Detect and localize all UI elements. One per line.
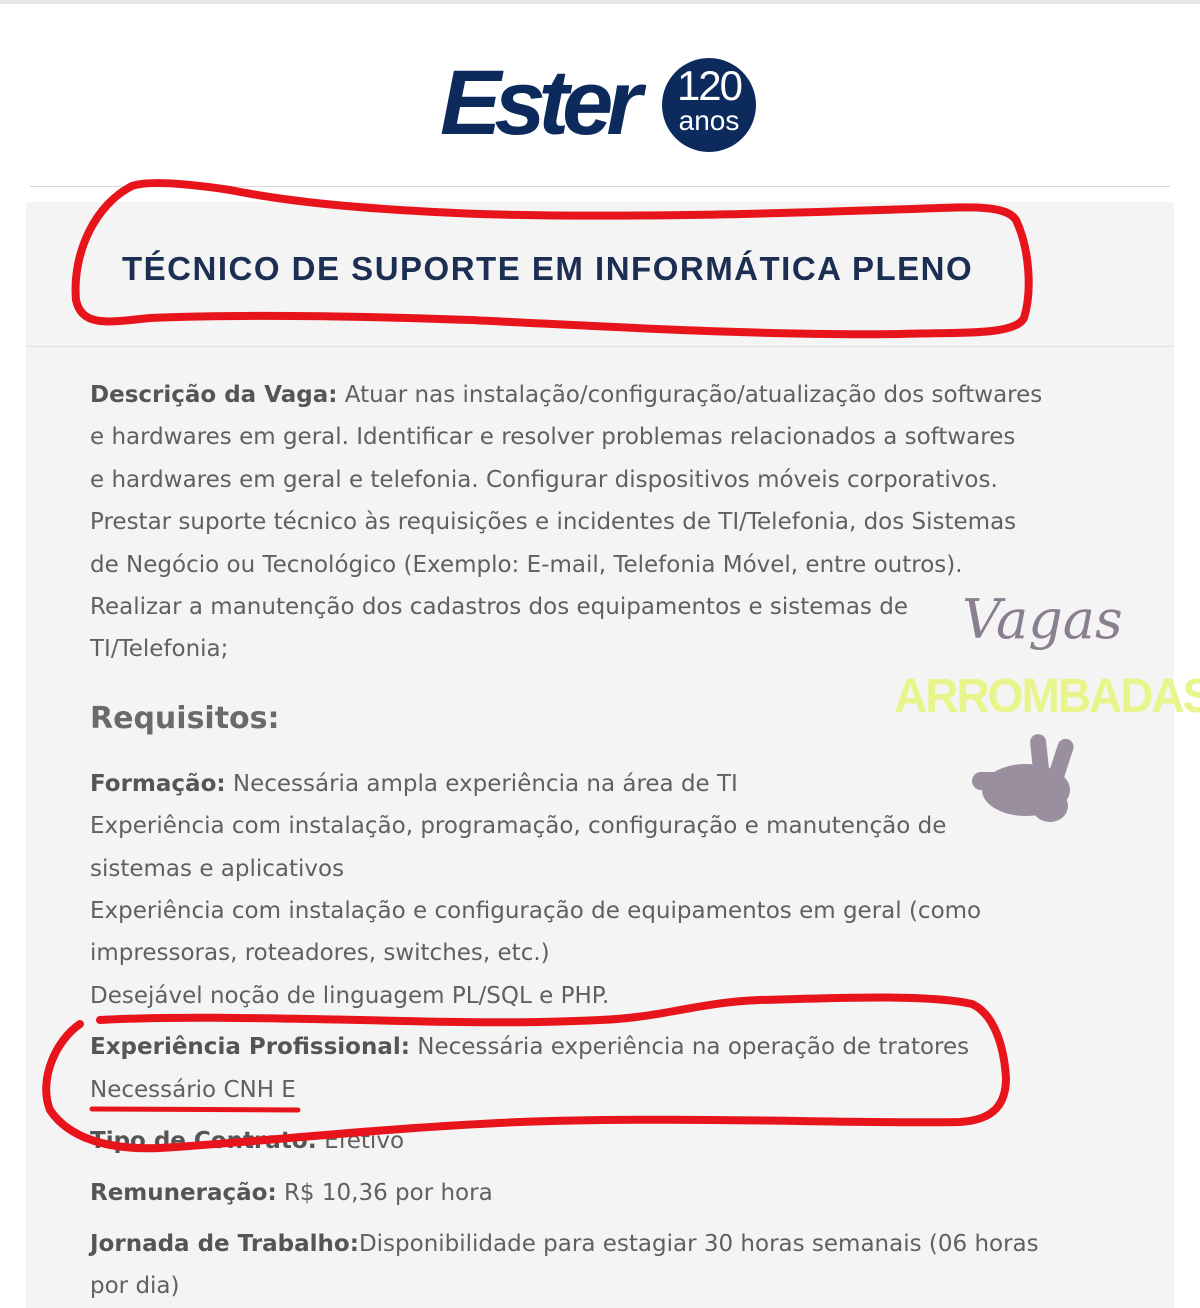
logo-badge-number: 120	[676, 62, 743, 109]
formacao-label: Formação:	[90, 770, 226, 797]
company-logo: Ester 120 anos	[440, 52, 770, 158]
experiencia-label: Experiência Profissional:	[90, 1034, 410, 1061]
description-line: e hardwares em geral e telefonia. Config…	[90, 466, 998, 493]
contrato-label: Tipo de Contrato:	[90, 1128, 317, 1155]
logo-anniversary-badge: 120 anos	[662, 58, 756, 152]
description-line: de Negócio ou Tecnológico (Exemplo: E-ma…	[90, 551, 963, 578]
jornada-line: por dia)	[90, 1273, 180, 1300]
formacao-line: Desejável noção de linguagem PL/SQL e PH…	[90, 982, 610, 1009]
formacao-line: Experiência com instalação e configuraçã…	[90, 898, 982, 925]
jornada-label: Jornada de Trabalho:	[90, 1230, 359, 1257]
remuneracao-value: R$ 10,36 por hora	[276, 1179, 493, 1206]
watermark: Vagas ARROMBADAS	[880, 582, 1200, 842]
description-text: Atuar nas instalação/configuração/atuali…	[337, 382, 1043, 408]
description-line: Prestar suporte técnico às requisições e…	[90, 509, 1017, 536]
peace-hand-icon	[972, 734, 1074, 822]
experiencia-line: Experiência Profissional: Necessária exp…	[90, 1026, 1080, 1068]
cnh-line: Necessário CNH E	[90, 1076, 296, 1103]
formacao-line: impressoras, roteadores, switches, etc.)	[90, 940, 550, 967]
jornada-line: Jornada de Trabalho:Disponibilidade para…	[90, 1223, 1080, 1265]
formacao-text: Necessária ampla experiência na área de …	[225, 770, 738, 797]
description-line: Descrição da Vaga: Atuar nas instalação/…	[90, 374, 1080, 416]
description-label: Descrição da Vaga:	[90, 382, 338, 408]
top-border	[0, 0, 1200, 4]
logo-wordmark: Ester	[440, 52, 642, 154]
header-divider	[30, 186, 1170, 187]
description-line: e hardwares em geral. Identificar e reso…	[90, 424, 1016, 451]
contrato-value: Efetivo	[316, 1128, 405, 1155]
formacao-line: sistemas e aplicativos	[90, 855, 345, 882]
jornada-text: Disponibilidade para estagiar 30 horas s…	[358, 1230, 1039, 1257]
remuneracao-line: Remuneração: R$ 10,36 por hora	[90, 1172, 1080, 1214]
watermark-bold-text: ARROMBADAS	[894, 667, 1200, 723]
contrato-line: Tipo de Contrato: Efetivo	[90, 1120, 1080, 1162]
logo-badge-text: anos	[678, 105, 740, 136]
remuneracao-label: Remuneração:	[90, 1179, 277, 1206]
job-title: TÉCNICO DE SUPORTE EM INFORMÁTICA PLENO	[122, 250, 974, 287]
title-band: TÉCNICO DE SUPORTE EM INFORMÁTICA PLENO	[26, 202, 1174, 347]
experiencia-text: Necessária experiência na operação de tr…	[409, 1034, 970, 1061]
watermark-script-text: Vagas	[962, 588, 1123, 651]
